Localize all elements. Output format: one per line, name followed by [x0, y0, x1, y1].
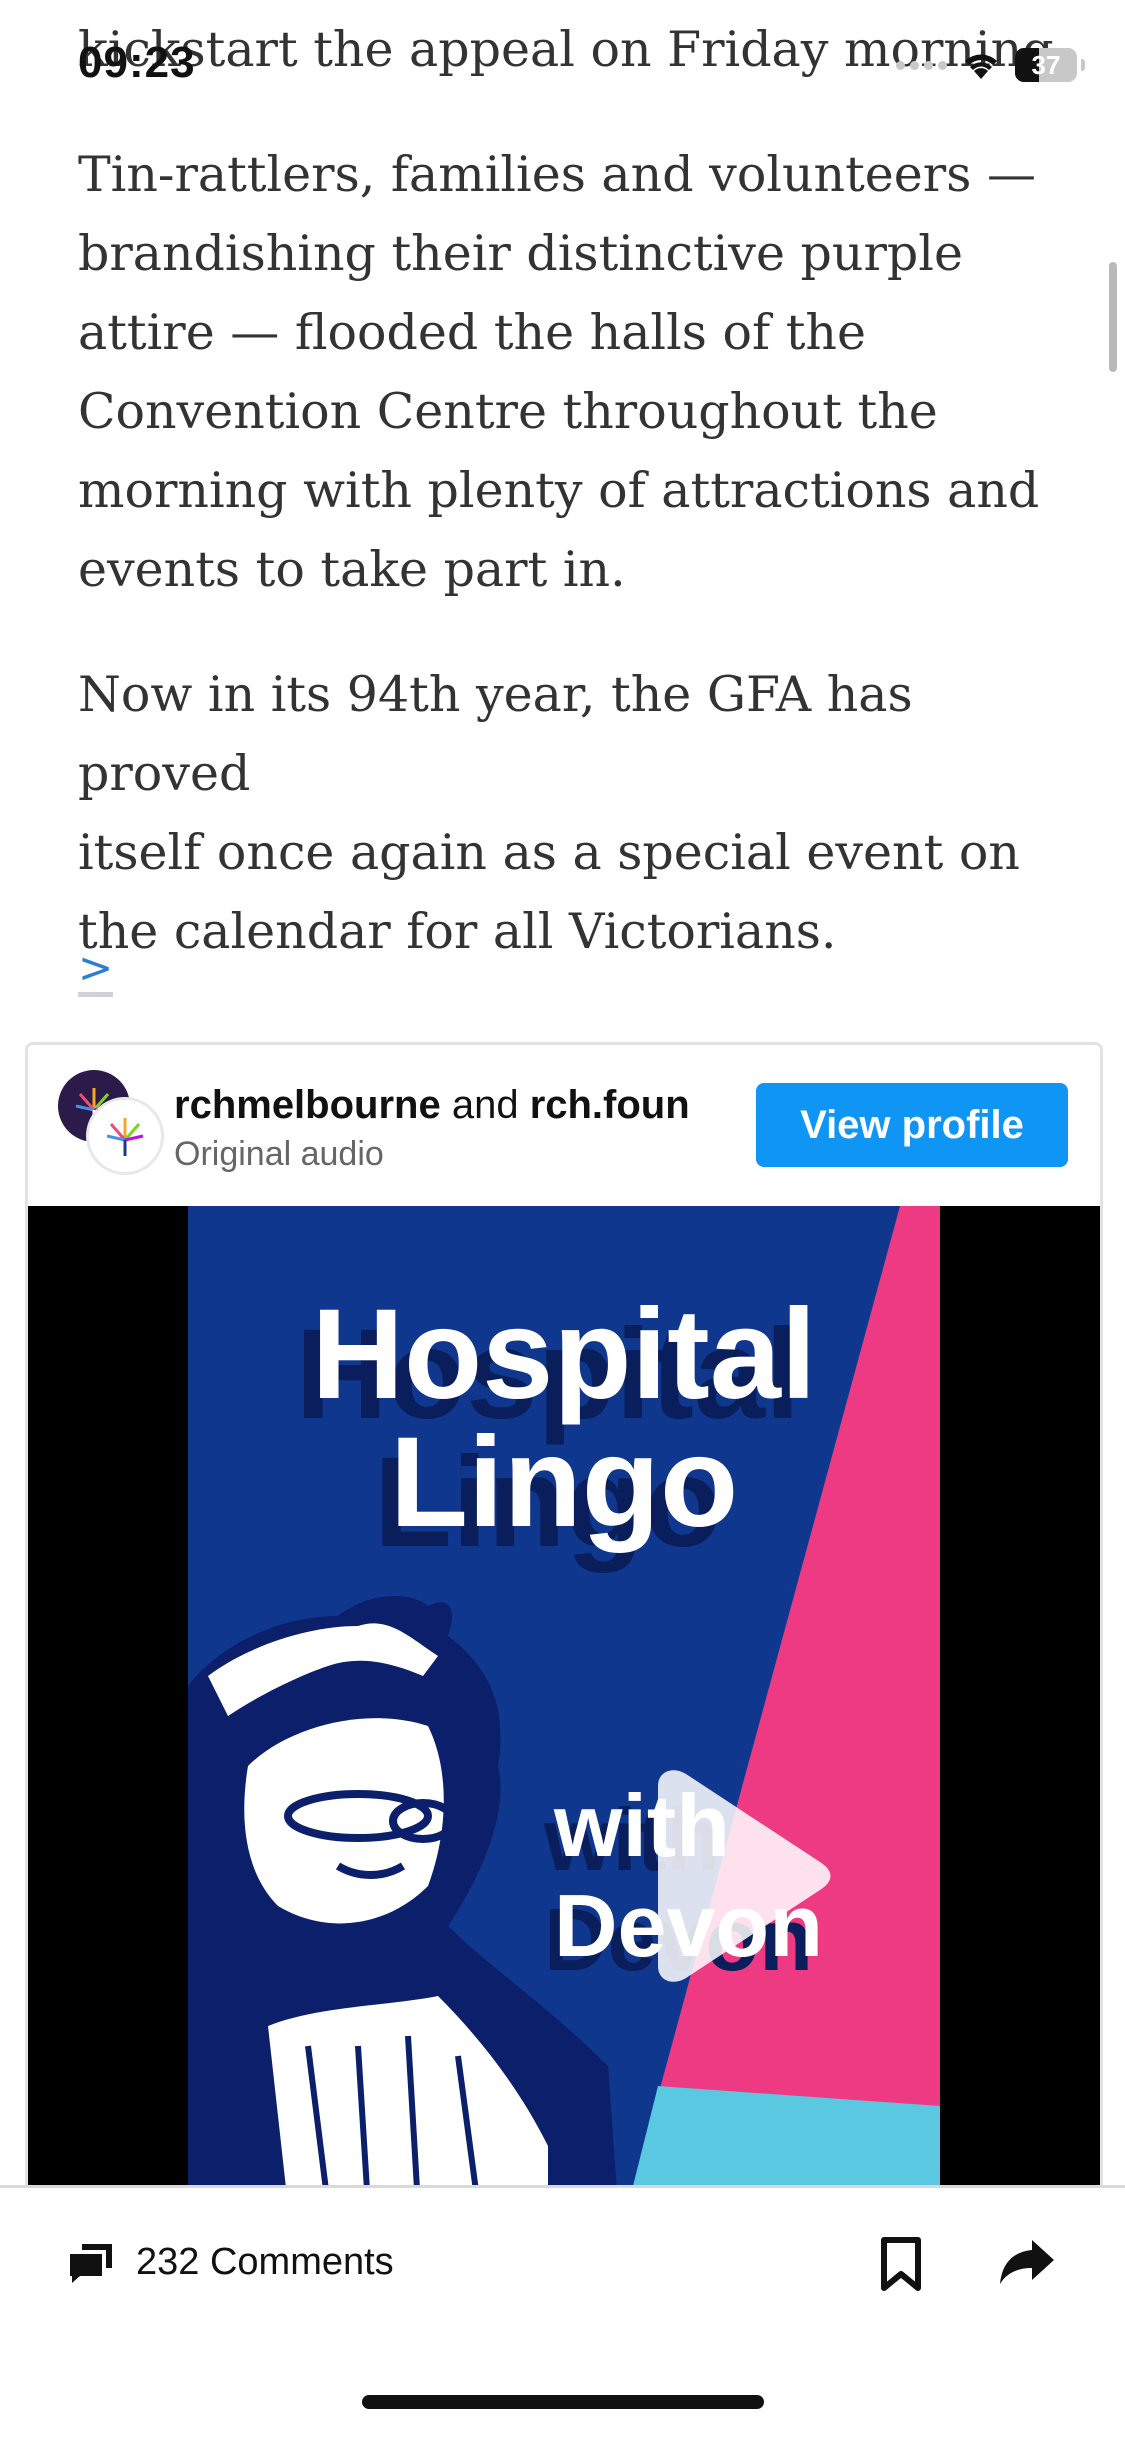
comments-count: 232 Comments — [136, 2240, 394, 2283]
article-line: morning with plenty of attractions and — [78, 462, 1040, 519]
article-paragraph-1: Tin-rattlers, families and volunteers — … — [78, 135, 1058, 609]
bookmark-icon[interactable] — [878, 2236, 924, 2292]
scrollbar[interactable] — [1109, 262, 1117, 372]
video-player[interactable]: Hospital Lingo Hospital Lingo with Devon… — [28, 1206, 1100, 2205]
comments-icon — [70, 2244, 112, 2283]
video-title-line: Hospital — [311, 1283, 817, 1426]
share-icon[interactable] — [998, 2236, 1058, 2286]
rch-foundation-logo-icon — [106, 1118, 144, 1156]
video-title: Hospital Lingo — [188, 1291, 940, 1547]
article-line: events to take part in. — [78, 541, 626, 598]
play-icon[interactable] — [638, 1766, 838, 1986]
status-bar: 09:23 37 — [0, 0, 1125, 130]
video-frame: Hospital Lingo Hospital Lingo with Devon… — [188, 1206, 940, 2205]
article-line: itself once again as a special event on — [78, 824, 1020, 881]
article-line: attire — flooded the halls of the — [78, 304, 866, 361]
article-paragraph-2: Now in its 94th year, the GFA has proved… — [78, 655, 1058, 971]
article-line: brandishing their distinctive purple — [78, 225, 963, 282]
audio-label: Original audio — [174, 1135, 384, 1173]
status-time: 09:23 — [78, 38, 196, 87]
more-link[interactable]: > — [78, 944, 114, 997]
battery-icon: 37 — [1015, 48, 1085, 82]
avatar-secondary[interactable] — [86, 1097, 164, 1175]
embed-header: rchmelbourne and rch.foun Original audio… — [28, 1045, 1100, 1205]
home-indicator[interactable] — [362, 2395, 764, 2409]
battery-level: 37 — [1031, 49, 1061, 80]
embed-account-names: rchmelbourne and rch.foun — [174, 1083, 690, 1128]
status-icons: 37 — [896, 48, 1085, 82]
video-title-line: Lingo — [389, 1411, 739, 1554]
article-line: Convention Centre throughout the — [78, 383, 938, 440]
account-connector: and — [440, 1083, 530, 1127]
wifi-icon — [965, 54, 997, 79]
article-line: Now in its 94th year, the GFA has proved — [78, 666, 913, 802]
account-name[interactable]: rchmelbourne — [174, 1083, 441, 1127]
article-line: the calendar for all Victorians. — [78, 903, 837, 960]
cellular-signal-icon — [896, 60, 947, 70]
article-line: Tin-rattlers, families and volunteers — — [78, 146, 1036, 203]
view-profile-button[interactable]: View profile — [756, 1083, 1068, 1167]
comments-button[interactable]: 232 Comments — [68, 2240, 394, 2284]
instagram-embed: rchmelbourne and rch.foun Original audio… — [25, 1042, 1103, 2208]
account-name-secondary[interactable]: rch.foun — [530, 1083, 690, 1127]
